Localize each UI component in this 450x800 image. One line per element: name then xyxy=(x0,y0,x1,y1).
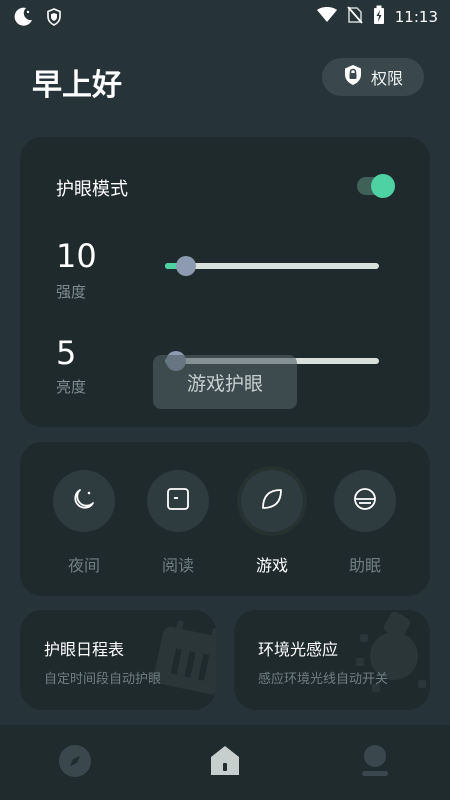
wifi-icon xyxy=(316,7,337,27)
profile-icon xyxy=(357,743,393,783)
shield-icon xyxy=(343,64,363,90)
shield-icon xyxy=(46,8,62,30)
nav-profile[interactable] xyxy=(355,743,395,783)
ambient-light-card[interactable]: 环境光感应 感应环境光线自动开关 xyxy=(234,610,430,710)
status-time: 11:13 xyxy=(394,8,438,26)
home-icon xyxy=(207,743,243,783)
scene-sleep-button[interactable] xyxy=(334,470,396,532)
scene-label: 游戏 xyxy=(255,556,288,575)
bottom-navigation xyxy=(0,725,450,800)
no-sim-icon xyxy=(347,6,363,28)
intensity-value: 10 xyxy=(56,237,97,275)
sleep-icon xyxy=(352,486,378,516)
permission-button-label: 权限 xyxy=(370,69,403,88)
nav-home[interactable] xyxy=(205,743,245,783)
scene-label: 阅读 xyxy=(161,556,194,575)
intensity-label: 强度 xyxy=(56,283,87,301)
leaf-icon xyxy=(259,486,285,516)
scene-game[interactable]: 游戏 xyxy=(241,470,303,576)
moon-icon xyxy=(71,486,97,516)
intensity-slider[interactable] xyxy=(165,256,379,276)
greeting-title: 早上好 xyxy=(32,68,122,103)
eye-care-toggle[interactable] xyxy=(357,174,395,198)
scene-label: 夜间 xyxy=(67,556,100,575)
scene-mode-card: 夜间 阅读 游戏 助眠 xyxy=(20,442,430,596)
book-icon xyxy=(165,486,191,516)
feature-title: 环境光感应 xyxy=(258,640,339,659)
intensity-slider-thumb[interactable] xyxy=(176,256,197,276)
toggle-knob xyxy=(371,174,395,198)
brightness-label: 亮度 xyxy=(56,378,87,396)
scene-game-button[interactable] xyxy=(241,470,303,532)
scene-night-button[interactable] xyxy=(53,470,115,532)
status-bar: 11:13 xyxy=(0,0,450,32)
scene-label: 助眠 xyxy=(348,556,381,575)
nav-discover[interactable] xyxy=(55,743,95,783)
permission-button[interactable]: 权限 xyxy=(322,58,424,96)
scene-reading-button[interactable] xyxy=(147,470,209,532)
feature-subtitle: 自定时间段自动护眼 xyxy=(44,672,162,687)
schedule-card[interactable]: 护眼日程表 自定时间段自动护眼 xyxy=(20,610,216,710)
battery-charging-icon xyxy=(373,5,385,29)
calendar-icon xyxy=(148,620,216,704)
eye-care-title: 护眼模式 xyxy=(56,179,128,200)
brightness-value: 5 xyxy=(56,334,77,372)
scene-sleep[interactable]: 助眠 xyxy=(334,470,396,576)
scene-reading[interactable]: 阅读 xyxy=(147,470,209,576)
scene-night[interactable]: 夜间 xyxy=(53,470,115,576)
feature-title: 护眼日程表 xyxy=(44,640,125,659)
compass-icon xyxy=(57,743,93,783)
moon-icon xyxy=(12,6,34,32)
feature-subtitle: 感应环境光线自动开关 xyxy=(258,672,389,687)
toast-message: 游戏护眼 xyxy=(153,355,297,409)
